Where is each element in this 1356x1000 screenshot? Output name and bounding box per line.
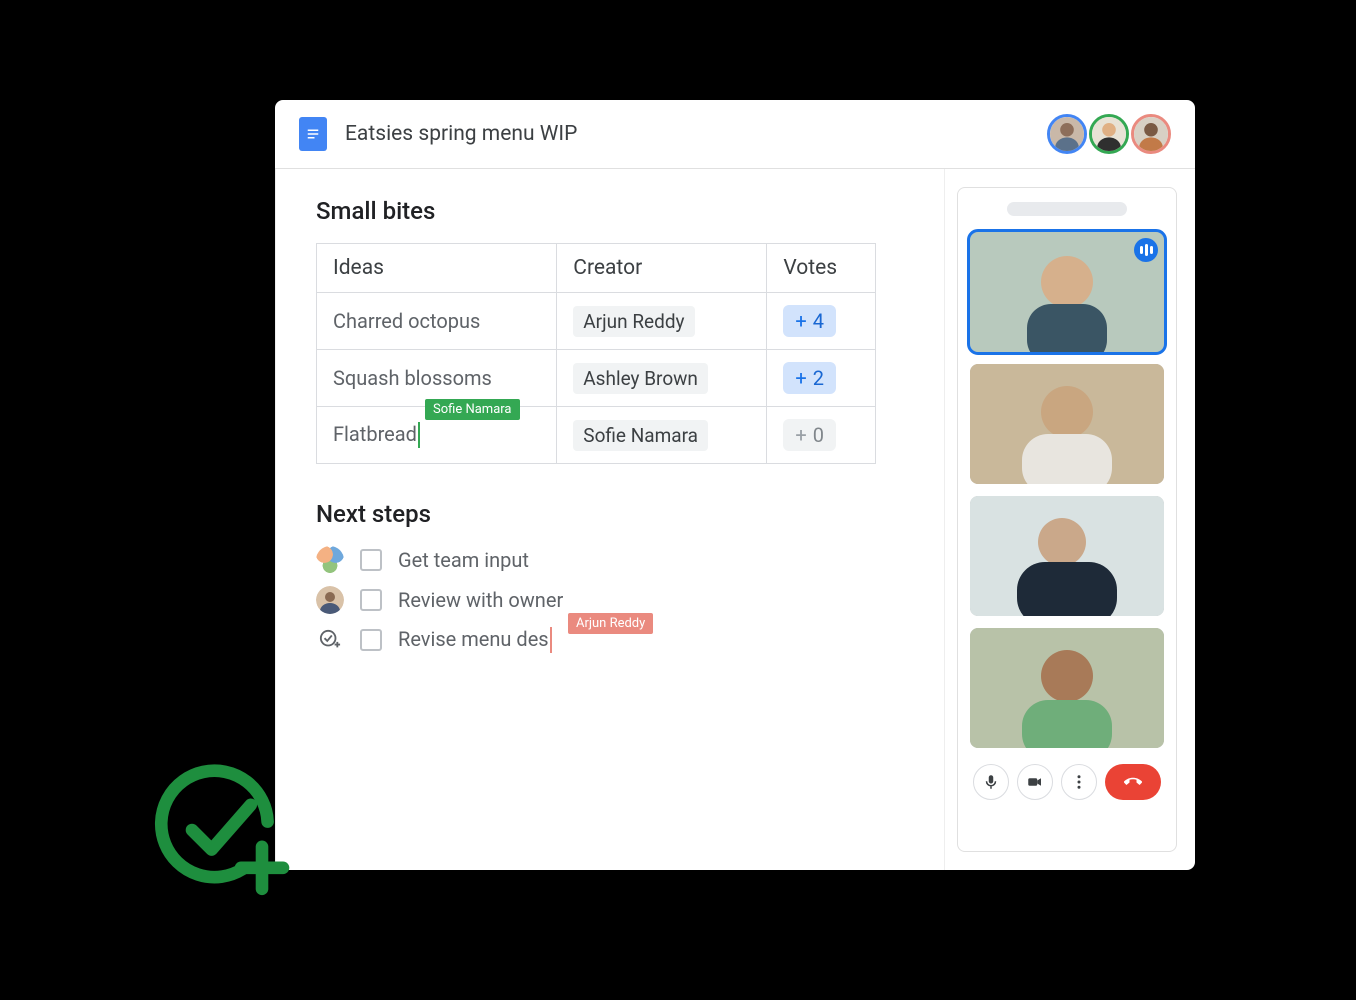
- video-tile[interactable]: [970, 496, 1164, 616]
- document-canvas[interactable]: Small bites Ideas Creator Votes Charred …: [275, 169, 945, 870]
- collaborator-avatars: [1047, 114, 1171, 154]
- task-text[interactable]: Get team input: [398, 548, 529, 572]
- section-heading-next-steps: Next steps: [316, 500, 904, 528]
- task-list: Get team input Review with owner Revise: [316, 546, 904, 654]
- docs-window: Eatsies spring menu WIP Small bites Idea…: [275, 100, 1195, 870]
- col-votes: Votes: [767, 244, 876, 293]
- task-checkbox[interactable]: [360, 629, 382, 651]
- idea-cell[interactable]: Charred octopus: [317, 293, 557, 350]
- collab-cursor-label: Arjun Reddy: [568, 613, 653, 634]
- votes-cell[interactable]: +0: [767, 407, 876, 464]
- creator-chip[interactable]: Arjun Reddy: [573, 306, 694, 337]
- task-checkbox[interactable]: [360, 589, 382, 611]
- creator-cell[interactable]: Ashley Brown: [557, 350, 767, 407]
- idea-cell[interactable]: Squash blossoms: [317, 350, 557, 407]
- camera-button[interactable]: [1017, 764, 1053, 800]
- table-row: Squash blossoms Ashley Brown +2: [317, 350, 876, 407]
- idea-cell[interactable]: Flatbread Sofie Namara: [317, 407, 557, 464]
- video-tile[interactable]: [970, 364, 1164, 484]
- vote-chip[interactable]: +4: [783, 305, 836, 337]
- speaking-indicator-icon: [1134, 238, 1158, 262]
- collaborator-avatar[interactable]: [1047, 114, 1087, 154]
- more-options-button[interactable]: [1061, 764, 1097, 800]
- creator-chip[interactable]: Sofie Namara: [573, 420, 708, 451]
- hangup-button[interactable]: [1105, 764, 1161, 800]
- ideas-table: Ideas Creator Votes Charred octopus Arju…: [316, 243, 876, 464]
- votes-cell[interactable]: +4: [767, 293, 876, 350]
- section-heading-small-bites: Small bites: [316, 197, 904, 225]
- mic-button[interactable]: [973, 764, 1009, 800]
- tasks-check-plus-icon: [150, 760, 290, 900]
- task-text[interactable]: Revise menu des Arjun Reddy: [398, 627, 552, 654]
- vote-chip[interactable]: +2: [783, 362, 836, 394]
- meet-sidebar: [957, 187, 1177, 852]
- task-row: Revise menu des Arjun Reddy: [316, 626, 904, 654]
- task-checkbox[interactable]: [360, 549, 382, 571]
- doc-title[interactable]: Eatsies spring menu WIP: [345, 122, 1029, 146]
- task-row: Review with owner: [316, 586, 904, 614]
- task-text[interactable]: Review with owner: [398, 588, 563, 612]
- collaborator-avatar[interactable]: [1131, 114, 1171, 154]
- votes-cell[interactable]: +2: [767, 350, 876, 407]
- meet-controls: [970, 764, 1164, 800]
- creator-cell[interactable]: Arjun Reddy: [557, 293, 767, 350]
- video-tile[interactable]: [970, 232, 1164, 352]
- collab-cursor-label: Sofie Namara: [425, 399, 520, 420]
- task-row: Get team input: [316, 546, 904, 574]
- assignee-avatar-icon[interactable]: [316, 586, 344, 614]
- vote-chip[interactable]: +0: [783, 419, 836, 451]
- collaborator-avatar[interactable]: [1089, 114, 1129, 154]
- assignee-multi-icon[interactable]: [316, 546, 344, 574]
- table-row: Charred octopus Arjun Reddy +4: [317, 293, 876, 350]
- assign-task-plus-icon[interactable]: [316, 626, 344, 654]
- doc-header: Eatsies spring menu WIP: [275, 100, 1195, 169]
- collab-cursor-caret: [418, 422, 420, 448]
- collab-cursor-caret: [550, 627, 552, 653]
- col-creator: Creator: [557, 244, 767, 293]
- table-row: Flatbread Sofie Namara Sofie Namara +0: [317, 407, 876, 464]
- creator-chip[interactable]: Ashley Brown: [573, 363, 708, 394]
- creator-cell[interactable]: Sofie Namara: [557, 407, 767, 464]
- col-ideas: Ideas: [317, 244, 557, 293]
- video-tile[interactable]: [970, 628, 1164, 748]
- google-docs-icon: [299, 117, 327, 151]
- meet-title-placeholder: [1007, 202, 1127, 216]
